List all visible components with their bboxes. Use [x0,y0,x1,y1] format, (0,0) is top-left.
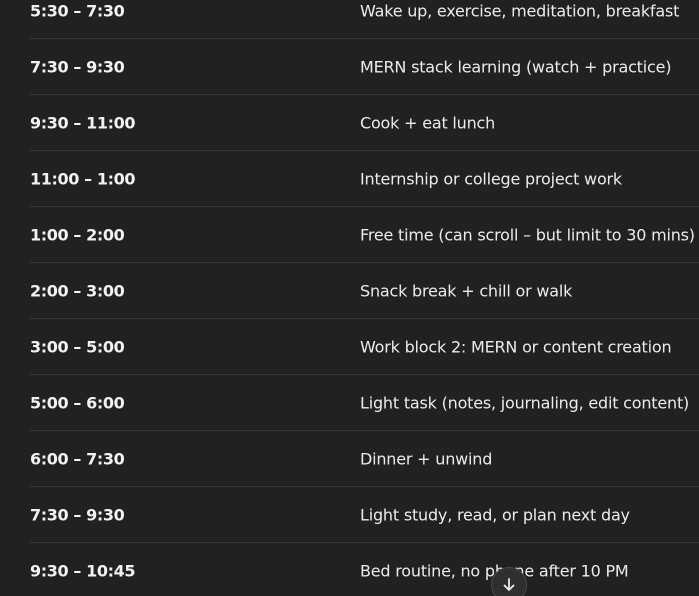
scroll-to-bottom-button[interactable] [491,567,527,596]
activity-cell: Cook + eat lunch [360,113,496,132]
time-cell: 2:00 – 3:00 [30,281,125,300]
table-row: 2:00 – 3:00 Snack break + chill or walk [30,263,699,319]
activity-cell: Wake up, exercise, meditation, breakfast [360,1,680,20]
activity-cell: Internship or college project work [360,169,622,188]
time-cell: 11:00 – 1:00 [30,169,136,188]
time-cell: 5:00 – 6:00 [30,393,125,412]
time-cell: 9:30 – 11:00 [30,113,136,132]
activity-cell: Free time (can scroll – but limit to 30 … [360,225,695,244]
table-row: 5:30 – 7:30 Wake up, exercise, meditatio… [30,0,699,39]
table-row: 7:30 – 9:30 Light study, read, or plan n… [30,487,699,543]
table-row: 11:00 – 1:00 Internship or college proje… [30,151,699,207]
activity-cell: Light study, read, or plan next day [360,505,630,524]
time-cell: 6:00 – 7:30 [30,449,125,468]
activity-cell: MERN stack learning (watch + practice) [360,57,672,76]
schedule-table: 5:30 – 7:30 Wake up, exercise, meditatio… [30,0,699,596]
activity-cell: Work block 2: MERN or content creation [360,337,672,356]
table-row: 7:30 – 9:30 MERN stack learning (watch +… [30,39,699,95]
time-cell: 5:30 – 7:30 [30,1,125,20]
table-row: 6:00 – 7:30 Dinner + unwind [30,431,699,487]
time-cell: 1:00 – 2:00 [30,225,125,244]
arrow-down-icon [501,577,517,593]
table-row: 1:00 – 2:00 Free time (can scroll – but … [30,207,699,263]
table-row: 9:30 – 11:00 Cook + eat lunch [30,95,699,151]
activity-cell: Light task (notes, journaling, edit cont… [360,393,690,412]
time-cell: 7:30 – 9:30 [30,505,125,524]
time-cell: 3:00 – 5:00 [30,337,125,356]
activity-cell: Snack break + chill or walk [360,281,573,300]
time-cell: 9:30 – 10:45 [30,561,136,581]
table-row: 3:00 – 5:00 Work block 2: MERN or conten… [30,319,699,375]
table-row: 9:30 – 10:45 Bed routine, no phone after… [30,543,699,596]
table-row: 5:00 – 6:00 Light task (notes, journalin… [30,375,699,431]
time-cell: 7:30 – 9:30 [30,57,125,76]
activity-cell: Dinner + unwind [360,449,493,468]
